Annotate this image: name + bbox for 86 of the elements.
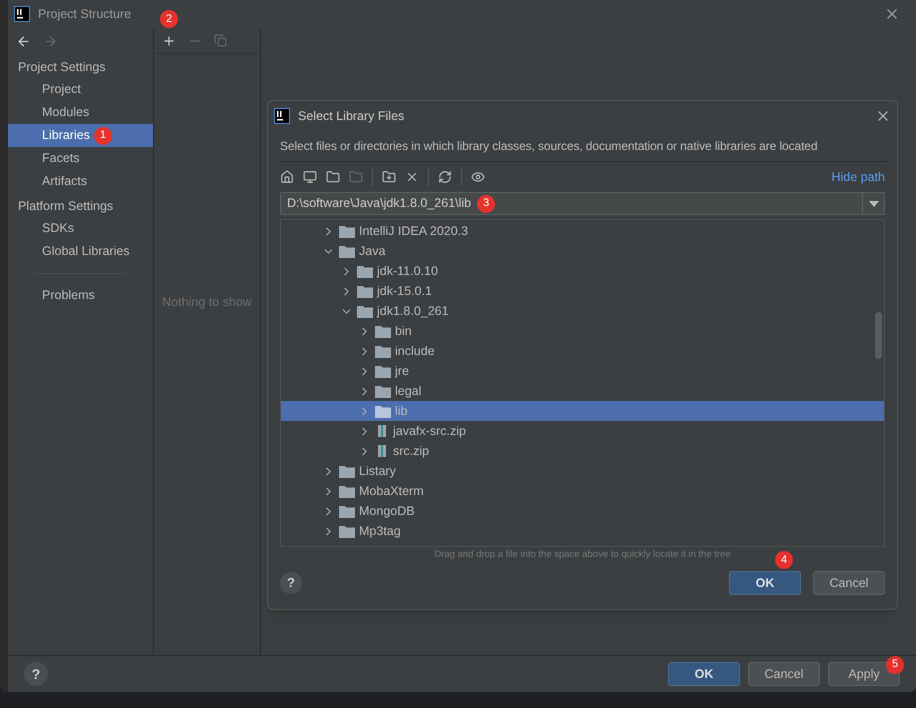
folder-icon	[375, 384, 391, 398]
footer-button[interactable]: OK	[668, 662, 740, 686]
callout-badge: 4	[775, 551, 793, 569]
tree-row[interactable]: jre	[281, 361, 884, 381]
tree-row[interactable]: jdk-15.0.1	[281, 281, 884, 301]
section-heading: Project Settings	[17, 58, 107, 76]
refresh-icon[interactable]	[438, 170, 452, 184]
folder-icon	[357, 264, 373, 278]
tree-label: jdk-11.0.10	[377, 262, 438, 280]
tree-label: legal	[395, 382, 422, 400]
description-text: Select files or directories in which library classes, sources, documentation or native libraries are located	[280, 138, 818, 155]
tree-label: Java	[359, 242, 386, 260]
tree-row[interactable]: IntelliJ IDEA 2020.3	[281, 221, 884, 241]
tree-label: MobaXterm	[359, 482, 424, 500]
tree-row[interactable]: MobaXterm	[281, 481, 884, 501]
dialog-title: Select Library Files	[298, 108, 404, 125]
tree-label: jdk-15.0.1	[377, 282, 432, 300]
eye-icon[interactable]	[471, 170, 485, 184]
tree-row[interactable]: MongoDB	[281, 501, 884, 521]
folder-icon	[375, 364, 391, 378]
callout-badge: 2	[160, 10, 178, 28]
footer-button[interactable]: Cancel	[748, 662, 820, 686]
app-logo-icon	[274, 108, 290, 124]
tree-row[interactable]: javafx-src.zip	[281, 421, 884, 441]
dropdown-arrow-icon[interactable]	[868, 200, 878, 206]
tree-row[interactable]: Listary	[281, 461, 884, 481]
desktop-icon[interactable]	[303, 170, 317, 184]
tree-label: jre	[395, 362, 409, 380]
path-field[interactable]: D:\software\Java\jdk1.8.0_261\lib 3	[280, 192, 885, 215]
sidebar-item[interactable]: Facets	[8, 147, 153, 170]
folder-icon	[357, 284, 373, 298]
dialog-button[interactable]: OK	[729, 571, 801, 596]
folder-icon	[339, 244, 355, 258]
folder-icon	[357, 304, 373, 318]
callout-badge: 5	[886, 656, 904, 674]
tree-row[interactable]: Mp3tag	[281, 521, 884, 541]
tree-row[interactable]: jdk1.8.0_261	[281, 301, 884, 321]
tree-label: MongoDB	[359, 502, 415, 520]
help-button[interactable]: ?	[24, 662, 48, 686]
tree-row[interactable]: legal	[281, 381, 884, 401]
sidebar-item[interactable]: Artifacts	[8, 170, 153, 193]
tree-label: Mp3tag	[359, 522, 401, 540]
callout-badge: 1	[94, 126, 112, 144]
folder-icon	[375, 324, 391, 338]
folder-icon	[339, 504, 355, 518]
tree-label: bin	[395, 322, 412, 340]
scrollbar-thumb[interactable]	[875, 312, 882, 359]
dialog-button[interactable]: Cancel	[813, 571, 885, 596]
help-button[interactable]: ?	[280, 572, 302, 594]
tree-label: IntelliJ IDEA 2020.3	[359, 222, 468, 240]
tree-label: javafx-src.zip	[393, 422, 466, 440]
tree-label: jdk1.8.0_261	[377, 302, 449, 320]
sidebar-item[interactable]: Global Libraries	[8, 240, 153, 263]
folder-icon[interactable]	[326, 170, 340, 184]
home-icon[interactable]	[280, 170, 294, 184]
app-logo-icon	[14, 6, 30, 22]
archive-icon	[375, 444, 389, 458]
callout-badge: 3	[477, 194, 496, 212]
folder-icon	[339, 224, 355, 238]
tree-row[interactable]: bin	[281, 321, 884, 341]
tree-label: include	[395, 342, 435, 360]
folder-icon	[339, 464, 355, 478]
window-title: Project Structure	[38, 6, 132, 23]
hint-text: Drag and drop a file into the space above to quickly locate it in the tree	[434, 548, 731, 562]
tree-row[interactable]: include	[281, 341, 884, 361]
hide-path-link[interactable]: Hide path	[831, 168, 885, 186]
folder-icon	[339, 484, 355, 498]
tree-label: Listary	[359, 462, 396, 480]
new-folder-icon[interactable]	[382, 170, 396, 184]
sidebar-item[interactable]: Problems	[8, 284, 153, 307]
sidebar-item[interactable]: Modules	[8, 101, 153, 124]
sidebar-item[interactable]: SDKs	[8, 217, 153, 240]
sidebar-item[interactable]: Project	[8, 78, 153, 101]
archive-icon	[375, 424, 389, 438]
folder-icon	[375, 344, 391, 358]
tree-label: src.zip	[393, 442, 430, 460]
tree-label: lib	[395, 402, 408, 420]
tree-row[interactable]: jdk-11.0.10	[281, 261, 884, 281]
sidebar-item[interactable]: Libraries 1	[8, 124, 153, 147]
folder-icon	[375, 404, 391, 418]
add-icon[interactable]	[162, 34, 176, 48]
folder-icon	[339, 524, 355, 538]
tree-row[interactable]: src.zip	[281, 441, 884, 461]
delete-icon[interactable]	[405, 170, 419, 184]
section-heading: Platform Settings	[17, 198, 114, 215]
tree-row[interactable]: Java	[281, 241, 884, 261]
